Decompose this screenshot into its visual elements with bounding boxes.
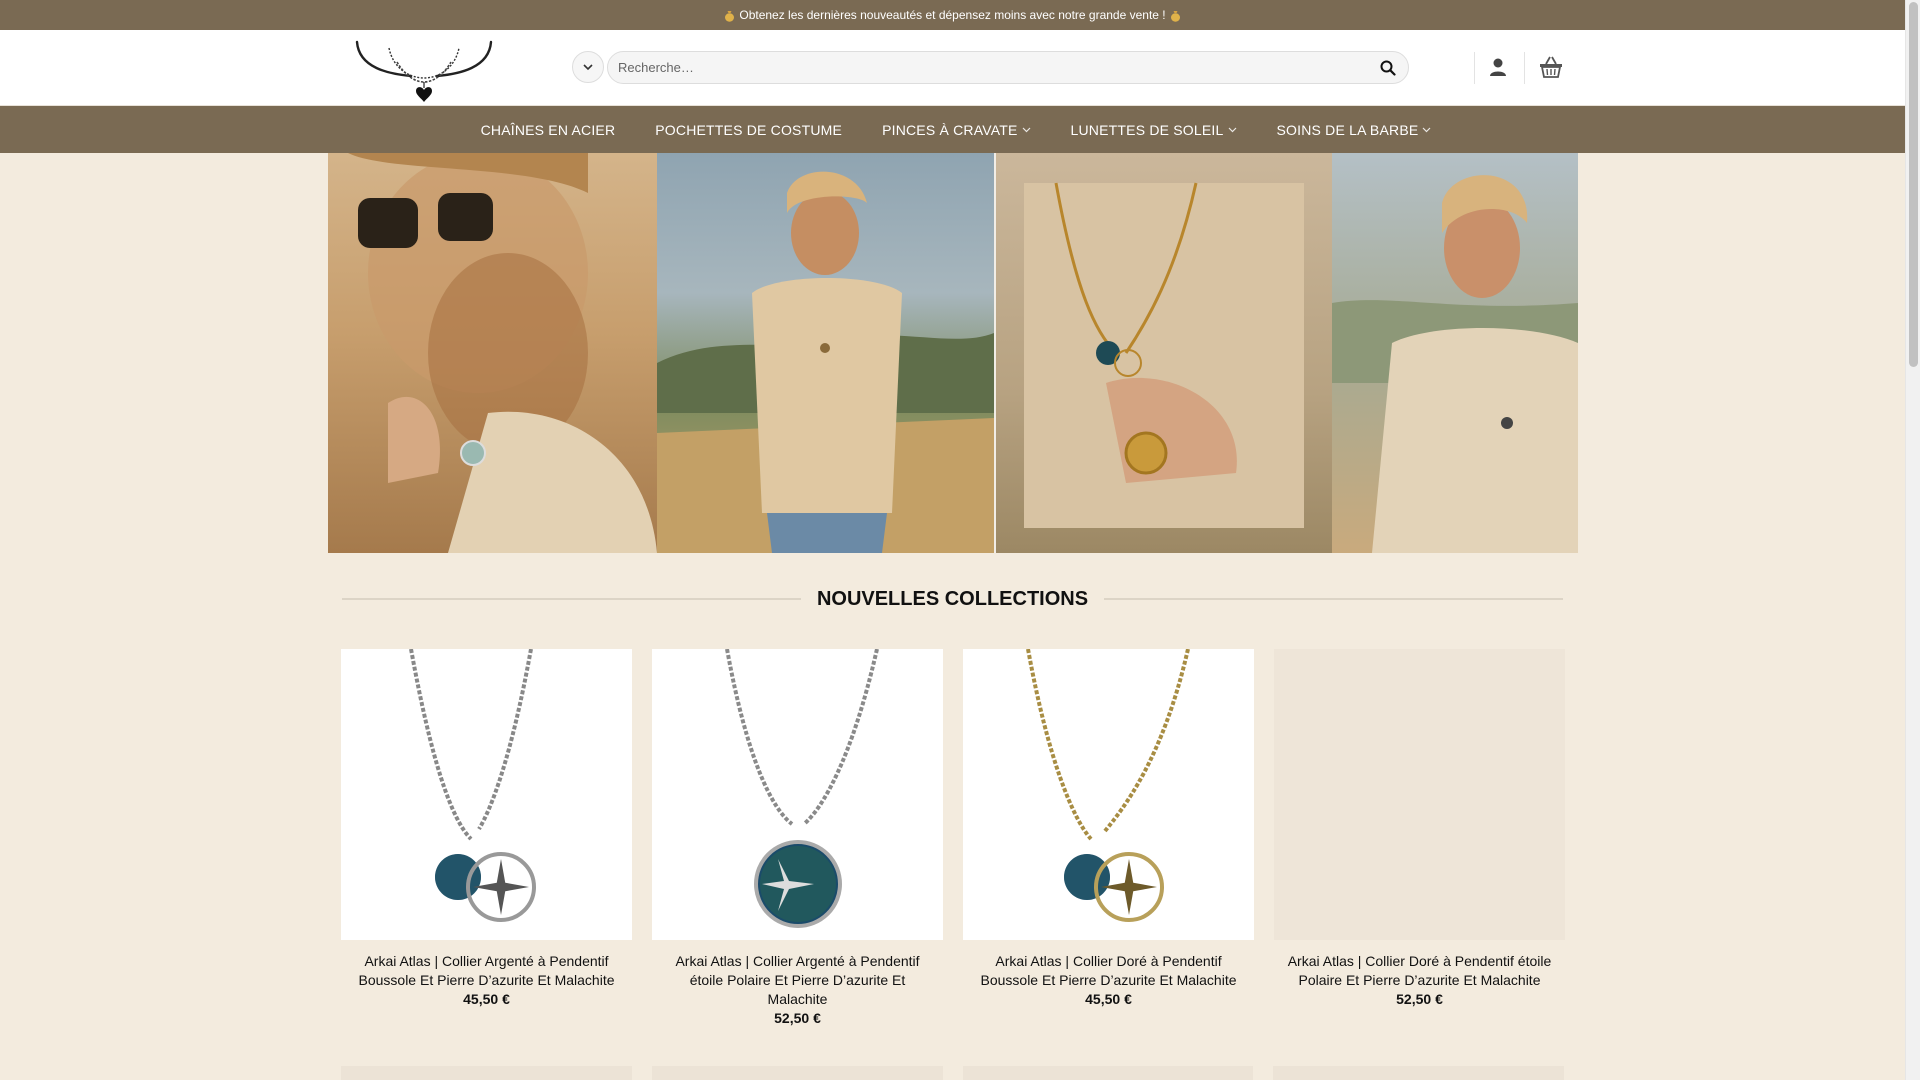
- search-icon: [1380, 60, 1396, 76]
- chevron-down-icon: [583, 64, 593, 71]
- product-card-stub: [962, 1066, 1254, 1080]
- product-name[interactable]: Arkai Atlas | Collier Doré à Pendentif B…: [963, 952, 1254, 990]
- product-image[interactable]: [341, 649, 632, 940]
- product-image[interactable]: [963, 649, 1254, 940]
- divider-line: [342, 598, 801, 600]
- product-image[interactable]: [652, 649, 943, 940]
- nav-item-soins-de-la-barbe[interactable]: SOINS DE LA BARBE: [1277, 122, 1432, 138]
- search-category-dropdown[interactable]: [572, 51, 604, 83]
- hero-image-sunglasses-man: [328, 153, 657, 553]
- nav-item-label: POCHETTES DE COSTUME: [655, 121, 843, 138]
- product-card[interactable]: Arkai Atlas | Collier Argenté à Pendenti…: [341, 649, 632, 1028]
- nav-item-chaines-en-acier[interactable]: CHAÎNES EN ACIER: [481, 122, 616, 138]
- header-divider: [1474, 52, 1475, 84]
- nav-item-lunettes-de-soleil[interactable]: LUNETTES DE SOLEIL: [1071, 122, 1237, 138]
- product-grid: Arkai Atlas | Collier Argenté à Pendenti…: [341, 649, 1565, 1028]
- product-image-placeholder[interactable]: [1274, 649, 1565, 940]
- next-product-row: [341, 1066, 1564, 1080]
- basket-icon[interactable]: [1538, 54, 1564, 80]
- product-card-stub: [1273, 1066, 1564, 1080]
- section-header: NOUVELLES COLLECTIONS: [342, 584, 1563, 614]
- product-price: 45,50 €: [463, 991, 510, 1007]
- product-price: 45,50 €: [1085, 991, 1132, 1007]
- nav-item-label: SOINS DE LA BARBE: [1276, 121, 1419, 138]
- hero-image-necklace-closeup: [994, 153, 1332, 553]
- product-price: 52,50 €: [1396, 991, 1443, 1007]
- search-button[interactable]: [1368, 52, 1408, 83]
- product-card[interactable]: Arkai Atlas | Collier Doré à Pendentif B…: [963, 649, 1254, 1028]
- hero-image-man-standing: [657, 153, 994, 553]
- chevron-down-icon: [1422, 127, 1431, 132]
- search-bar: [607, 51, 1409, 84]
- promo-bar: Obtenez les dernières nouveautés et dépe…: [0, 0, 1905, 30]
- hero-image-man-portrait: [1332, 153, 1578, 553]
- divider-line: [1104, 598, 1563, 600]
- product-name[interactable]: Arkai Atlas | Collier Argenté à Pendenti…: [341, 952, 632, 990]
- nav-item-label: PINCES À CRAVATE: [882, 121, 1018, 138]
- account-icon[interactable]: [1487, 56, 1509, 78]
- search-input[interactable]: [608, 52, 1368, 83]
- header-divider: [1524, 52, 1525, 84]
- chevron-down-icon: [1228, 127, 1236, 132]
- section-title: NOUVELLES COLLECTIONS: [816, 587, 1089, 610]
- page-scrollbar[interactable]: [1905, 0, 1920, 1080]
- page: Obtenez les dernières nouveautés et dépe…: [0, 0, 1905, 1080]
- product-card-stub: [651, 1066, 943, 1080]
- money-bag-icon: [1170, 11, 1180, 22]
- hero-banner[interactable]: [328, 153, 1578, 553]
- scrollbar-thumb[interactable]: [1909, 2, 1918, 367]
- nav-item-pinces-a-cravate[interactable]: PINCES À CRAVATE: [882, 122, 1030, 138]
- chevron-down-icon: [1022, 127, 1030, 132]
- product-card[interactable]: Arkai Atlas | Collier Argenté à Pendenti…: [652, 649, 943, 1028]
- product-card[interactable]: Arkai Atlas | Collier Doré à Pendentif é…: [1274, 649, 1565, 1028]
- nav-item-label: LUNETTES DE SOLEIL: [1070, 121, 1224, 138]
- nav-item-label: CHAÎNES EN ACIER: [480, 121, 616, 138]
- necklace-logo[interactable]: [349, 38, 499, 104]
- main-nav: CHAÎNES EN ACIER POCHETTES DE COSTUME PI…: [0, 106, 1905, 153]
- product-name[interactable]: Arkai Atlas | Collier Doré à Pendentif é…: [1274, 952, 1565, 990]
- product-card-stub: [341, 1066, 632, 1080]
- money-bag-icon: [725, 11, 735, 22]
- product-name[interactable]: Arkai Atlas | Collier Argenté à Pendenti…: [652, 952, 943, 1009]
- promo-text: Obtenez les dernières nouveautés et dépe…: [739, 8, 1166, 22]
- site-header: [0, 30, 1905, 106]
- product-price: 52,50 €: [774, 1010, 821, 1026]
- nav-item-pochettes-de-costume[interactable]: POCHETTES DE COSTUME: [655, 122, 842, 138]
